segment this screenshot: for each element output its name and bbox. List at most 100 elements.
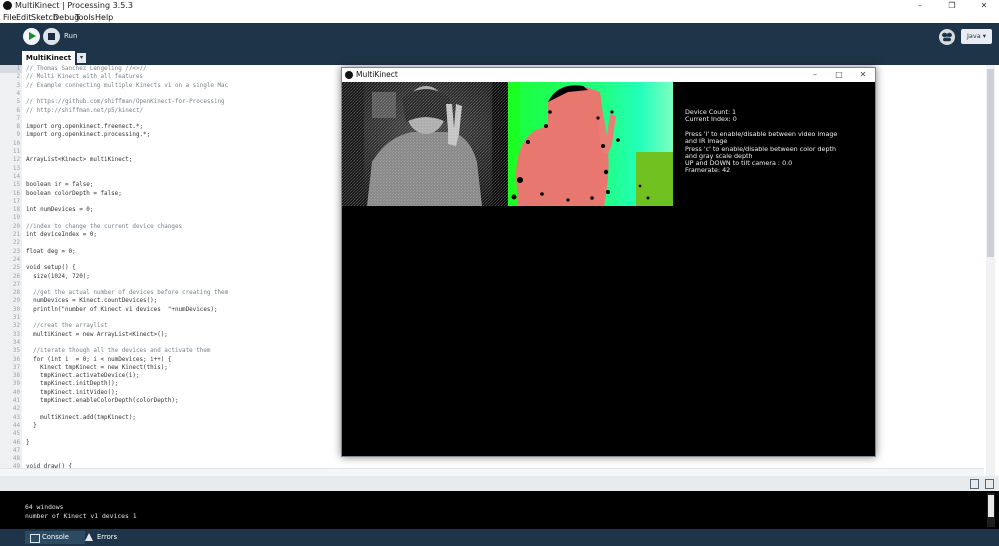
code-line[interactable]: void setup() { xyxy=(26,264,76,272)
code-line[interactable]: multiKinect.add(tmpKinect); xyxy=(26,414,136,422)
code-line[interactable]: int numDevices = 0; xyxy=(26,206,93,214)
code-line[interactable]: // Thomas Sanchez Lengeling //<>// xyxy=(26,65,147,73)
line-number: 23 xyxy=(12,248,20,255)
line-number: 32 xyxy=(12,323,20,330)
sketch-canvas[interactable]: Device Count: 1 Current Index: 0 Press 'i'… xyxy=(342,82,875,456)
line-number: 46 xyxy=(12,439,20,446)
tab-menu-button[interactable]: ▾ xyxy=(77,53,86,63)
code-line[interactable]: //creat the arraylist xyxy=(26,322,108,330)
line-number: 47 xyxy=(12,447,20,454)
code-line[interactable]: tmpKinect.activateDevice(i); xyxy=(26,372,139,380)
line-number: 3 xyxy=(16,82,20,89)
sketch-info-line: Framerate: 42 xyxy=(685,166,731,175)
bottom-tab-bar: Console Errors xyxy=(0,529,999,546)
code-line[interactable]: // Example connecting multiple Kinects v… xyxy=(26,82,228,90)
tab-errors[interactable]: Errors xyxy=(80,531,137,544)
line-number: 24 xyxy=(12,256,20,263)
code-line[interactable]: boolean ir = false; xyxy=(26,181,93,189)
code-line[interactable]: int deviceIndex = 0; xyxy=(26,231,97,239)
mode-selector[interactable]: Java ▾ xyxy=(961,29,992,44)
line-number: 2 xyxy=(16,74,20,81)
line-number: 5 xyxy=(16,99,20,106)
line-number: 28 xyxy=(12,290,20,297)
code-line[interactable]: tmpKinect.enableColorDepth(colorDepth); xyxy=(26,397,178,405)
line-number: 38 xyxy=(12,373,20,380)
code-line[interactable]: import org.openkinect.processing.*; xyxy=(26,131,150,139)
line-number: 10 xyxy=(12,140,20,147)
debugger-button[interactable] xyxy=(939,29,955,45)
line-number: 11 xyxy=(12,149,20,155)
sketch-window[interactable]: MultiKinect – □ ✕ Device Count: 1 Curren… xyxy=(341,67,876,457)
code-line[interactable]: } xyxy=(26,422,37,430)
line-number: 25 xyxy=(12,265,20,272)
code-line[interactable]: // https://github.com/shiffman/OpenKinec… xyxy=(26,98,225,106)
code-line[interactable]: multiKinect = new ArrayList<Kinect>(); xyxy=(26,331,168,339)
sketch-info-line: Current Index: 0 xyxy=(685,115,737,124)
line-number: 22 xyxy=(12,240,20,247)
line-number: 12 xyxy=(12,157,20,164)
line-number: 42 xyxy=(12,406,20,413)
tab-console[interactable]: Console xyxy=(25,531,85,544)
copy-console-icon[interactable] xyxy=(970,479,979,489)
console-icon xyxy=(30,534,40,543)
window-titlebar: MultiKinect | Processing 3.5.3 – ❒ ✕ xyxy=(0,0,999,12)
code-line[interactable]: ArrayList<Kinect> multiKinect; xyxy=(26,156,132,164)
console-scrollbar[interactable] xyxy=(987,493,995,527)
line-number: 27 xyxy=(12,281,20,288)
code-line[interactable]: println("number of Kinect v1 devices "+n… xyxy=(26,306,217,314)
stop-button[interactable] xyxy=(43,28,60,45)
close-window-button[interactable]: ✕ xyxy=(970,0,998,12)
menu-file[interactable]: File xyxy=(3,13,16,22)
code-line[interactable]: Kinect tmpKinect = new Kinect(this); xyxy=(26,364,168,372)
line-number: 37 xyxy=(12,364,20,371)
processing-app-icon xyxy=(3,1,12,10)
clear-console-icon[interactable] xyxy=(985,479,994,489)
sketch-minimize-button[interactable]: – xyxy=(804,69,826,81)
line-number: 13 xyxy=(12,165,20,172)
editor-scroll-thumb[interactable] xyxy=(987,69,994,257)
line-number: 34 xyxy=(12,339,20,346)
line-number: 17 xyxy=(12,198,20,205)
line-number: 18 xyxy=(12,207,20,214)
toolbar: Run Java ▾ xyxy=(0,23,999,50)
code-line[interactable]: //index to change the current device cha… xyxy=(26,223,182,231)
tab-multikinect[interactable]: MultiKinect xyxy=(22,51,75,65)
line-number: 8 xyxy=(16,124,20,131)
code-line[interactable]: for (int i = 0; i < numDevices; i++) { xyxy=(26,356,171,364)
console-header xyxy=(0,476,999,491)
code-line[interactable]: boolean colorDepth = false; xyxy=(26,190,122,198)
minimize-button[interactable]: – xyxy=(906,0,934,12)
line-number: 15 xyxy=(12,182,20,189)
sketch-maximize-button[interactable]: □ xyxy=(828,69,850,81)
console-output[interactable]: 64 windows number of Kinect v1 devices 1 xyxy=(0,491,999,529)
code-line[interactable]: tmpKinect.initVideo(); xyxy=(26,389,118,397)
code-line[interactable]: float deg = 0; xyxy=(26,248,76,256)
line-number: 7 xyxy=(16,115,20,122)
code-line[interactable]: } xyxy=(26,439,30,447)
code-line[interactable]: import org.openkinect.freenect.*; xyxy=(26,123,143,131)
code-line[interactable]: numDevices = Kinect.countDevices(); xyxy=(26,297,157,305)
code-line[interactable]: size(1024, 720); xyxy=(26,273,90,281)
code-line[interactable]: // http://shiffman.net/p5/kinect/ xyxy=(26,107,143,115)
menu-tools[interactable]: Tools xyxy=(75,13,95,22)
console-scroll-thumb[interactable] xyxy=(988,495,994,517)
code-line[interactable]: tmpKinect.initDepth(); xyxy=(26,380,118,388)
tab-console-label: Console xyxy=(42,533,69,541)
code-line[interactable]: //iterate though all the devices and act… xyxy=(26,347,210,355)
line-number: 9 xyxy=(16,132,20,139)
code-line[interactable]: // Multi Kinect with all features xyxy=(26,73,143,81)
menu-help[interactable]: Help xyxy=(95,13,113,22)
sketch-window-titlebar[interactable]: MultiKinect – □ ✕ xyxy=(342,68,875,82)
ir-camera-image xyxy=(342,82,508,206)
code-line[interactable]: //get the actual number of devices befor… xyxy=(26,289,228,297)
butterfly-icon xyxy=(942,32,952,42)
sketch-close-button[interactable]: ✕ xyxy=(852,69,874,81)
stop-icon xyxy=(48,33,55,40)
play-icon xyxy=(29,32,36,40)
line-number: 30 xyxy=(12,306,20,313)
line-number: 21 xyxy=(12,232,20,238)
menu-edit[interactable]: Edit xyxy=(16,13,32,22)
editor-vertical-scrollbar[interactable] xyxy=(986,65,995,476)
maximize-button[interactable]: ❒ xyxy=(938,0,966,12)
run-button[interactable] xyxy=(23,28,40,45)
